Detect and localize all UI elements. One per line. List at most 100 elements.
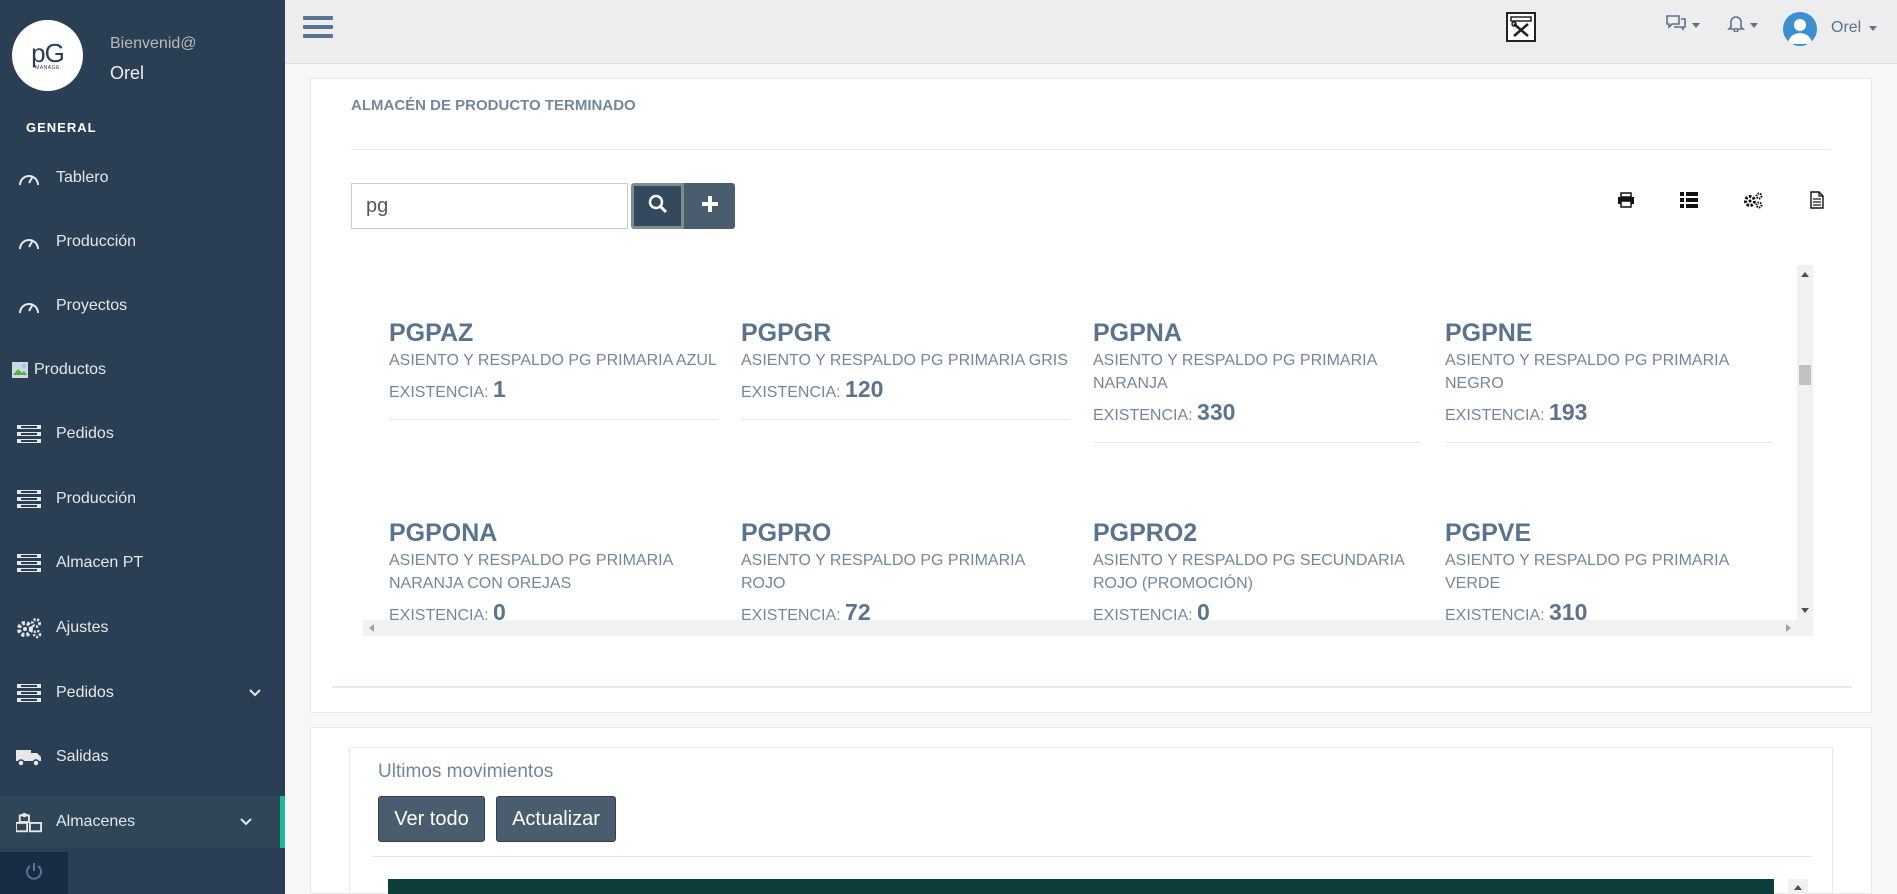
caret-down-icon <box>1750 22 1758 28</box>
sidebar-item-pedidos-menu[interactable]: Pedidos <box>0 673 285 713</box>
stock-value: 0 <box>1197 599 1210 620</box>
caret-down-icon <box>1692 22 1700 28</box>
product-card[interactable]: PGPGR ASIENTO Y RESPALDO PG PRIMARIA GRI… <box>741 318 1069 420</box>
product-description: ASIENTO Y RESPALDO PG PRIMARIA GRIS <box>741 352 1068 369</box>
warehouse-panel: ALMACÉN DE PRODUCTO TERMINADO PGPAZ ASIE… <box>310 78 1872 713</box>
product-stock: EXISTENCIA: 1 <box>389 376 717 403</box>
product-card[interactable]: PGPNE ASIENTO Y RESPALDO PG PRIMARIA NEG… <box>1445 318 1773 443</box>
product-card[interactable]: PGPRO2 ASIENTO Y RESPALDO PG SECUNDARIA … <box>1093 518 1421 620</box>
stock-label: EXISTENCIA: <box>1093 607 1193 620</box>
product-card[interactable]: PGPONA ASIENTO Y RESPALDO PG PRIMARIA NA… <box>389 518 717 620</box>
sidebar-item-ajustes[interactable]: Ajustes <box>0 608 285 648</box>
stock-label: EXISTENCIA: <box>389 607 489 620</box>
product-code: PGPVE <box>1445 519 1532 547</box>
scroll-right-icon[interactable] <box>1786 624 1791 632</box>
user-menu[interactable]: Orel <box>1831 19 1878 37</box>
sidebar-item-label: Ajustes <box>56 619 109 636</box>
product-stock: EXISTENCIA: 330 <box>1093 399 1421 426</box>
tools-icon[interactable] <box>1506 12 1536 42</box>
gears-icon <box>1743 191 1763 214</box>
sidebar-item-salidas[interactable]: Salidas <box>0 737 285 777</box>
product-card[interactable]: PGPRO ASIENTO Y RESPALDO PG PRIMARIA ROJ… <box>741 518 1069 620</box>
product-description: ASIENTO Y RESPALDO PG PRIMARIA NARANJA <box>1093 352 1377 392</box>
divider <box>389 419 717 420</box>
scroll-down-icon[interactable] <box>1801 608 1809 613</box>
refresh-button[interactable]: Actualizar <box>496 796 616 842</box>
sidebar-item-label: Productos <box>34 361 107 378</box>
divider <box>1093 442 1421 443</box>
product-stock: EXISTENCIA: 0 <box>1093 599 1421 620</box>
sidebar-item-produccion-2[interactable]: Producción <box>0 479 285 519</box>
search-input[interactable] <box>351 183 628 229</box>
report-button[interactable] <box>1804 189 1830 215</box>
sidebar-item-label: Almacen PT <box>56 554 144 571</box>
sidebar-item-proyectos[interactable]: Proyectos <box>0 286 285 326</box>
notifications-button[interactable] <box>1727 14 1758 36</box>
avatar[interactable] <box>1783 12 1817 46</box>
sidebar-item-label: Almacenes <box>56 813 136 830</box>
divider <box>741 419 1069 420</box>
truck-icon <box>16 746 42 768</box>
list-icon <box>16 682 42 704</box>
horizontal-scrollbar[interactable] <box>363 620 1813 636</box>
stock-label: EXISTENCIA: <box>1445 407 1545 424</box>
menu-section-title: GENERAL <box>26 120 97 135</box>
view-all-button[interactable]: Ver todo <box>378 796 485 842</box>
scroll-left-icon[interactable] <box>369 624 374 632</box>
messages-button[interactable] <box>1665 14 1700 36</box>
product-code: PGPRO <box>741 519 832 547</box>
page-title: ALMACÉN DE PRODUCTO TERMINADO <box>351 97 636 114</box>
product-description: ASIENTO Y RESPALDO PG PRIMARIA NEGRO <box>1445 352 1729 392</box>
sidebar-item-almacen-pt[interactable]: Almacen PT <box>0 543 285 583</box>
print-button[interactable] <box>1613 189 1639 215</box>
cubes-icon <box>16 811 42 833</box>
sidebar-item-pedidos[interactable]: Pedidos <box>0 414 285 454</box>
sidebar-item-label: Producción <box>56 233 137 250</box>
list-icon <box>16 488 42 510</box>
settings-button[interactable] <box>1740 189 1766 215</box>
stock-label: EXISTENCIA: <box>389 384 489 401</box>
sidebar-username: Orel <box>110 63 145 83</box>
sidebar-item-label: Salidas <box>56 748 109 765</box>
power-icon <box>24 861 44 886</box>
product-code: PGPONA <box>389 519 498 547</box>
stock-value: 1 <box>493 376 506 402</box>
divider <box>372 856 1812 857</box>
sidebar-item-productos[interactable]: Productos <box>0 350 285 390</box>
divider <box>332 686 1852 688</box>
vertical-scrollbar[interactable] <box>1797 265 1813 620</box>
stock-value: 310 <box>1549 599 1588 620</box>
add-product-button[interactable] <box>684 183 735 229</box>
scroll-up-icon[interactable] <box>1794 885 1802 890</box>
scroll-up-icon[interactable] <box>1801 272 1809 277</box>
broken-image-icon <box>10 359 30 381</box>
movements-panel: Ultimos movimientos Ver todo Actualizar <box>310 727 1872 894</box>
sidebar-item-almacenes[interactable]: Almacenes <box>0 796 285 848</box>
list-icon <box>16 423 42 445</box>
chevron-down-icon <box>238 814 254 830</box>
product-stock: EXISTENCIA: 0 <box>389 599 717 620</box>
product-description: ASIENTO Y RESPALDO PG PRIMARIA VERDE <box>1445 552 1729 592</box>
vertical-scrollbar[interactable] <box>1788 879 1808 894</box>
logout-button[interactable] <box>0 852 68 894</box>
dashboard-icon <box>16 167 42 189</box>
product-stock: EXISTENCIA: 193 <box>1445 399 1773 426</box>
product-code: PGPNA <box>1093 319 1182 347</box>
sidebar-item-tablero[interactable]: Tablero <box>0 158 285 198</box>
stock-label: EXISTENCIA: <box>741 607 841 620</box>
product-code: PGPNE <box>1445 319 1533 347</box>
product-card[interactable]: PGPVE ASIENTO Y RESPALDO PG PRIMARIA VER… <box>1445 518 1773 620</box>
stock-value: 0 <box>493 599 506 620</box>
user-menu-name: Orel <box>1831 19 1862 36</box>
menu-toggle-button[interactable] <box>303 16 333 44</box>
search-button[interactable] <box>631 183 684 229</box>
stock-label: EXISTENCIA: <box>1093 407 1193 424</box>
product-card[interactable]: PGPAZ ASIENTO Y RESPALDO PG PRIMARIA AZU… <box>389 318 717 420</box>
sidebar-item-produccion[interactable]: Producción <box>0 222 285 262</box>
stock-value: 120 <box>845 376 884 402</box>
app-logo[interactable]: pG MANAGE <box>12 20 83 91</box>
scroll-thumb[interactable] <box>1799 365 1811 385</box>
sidebar-item-label: Tablero <box>56 169 109 186</box>
product-card[interactable]: PGPNA ASIENTO Y RESPALDO PG PRIMARIA NAR… <box>1093 318 1421 443</box>
list-view-button[interactable] <box>1676 189 1702 215</box>
